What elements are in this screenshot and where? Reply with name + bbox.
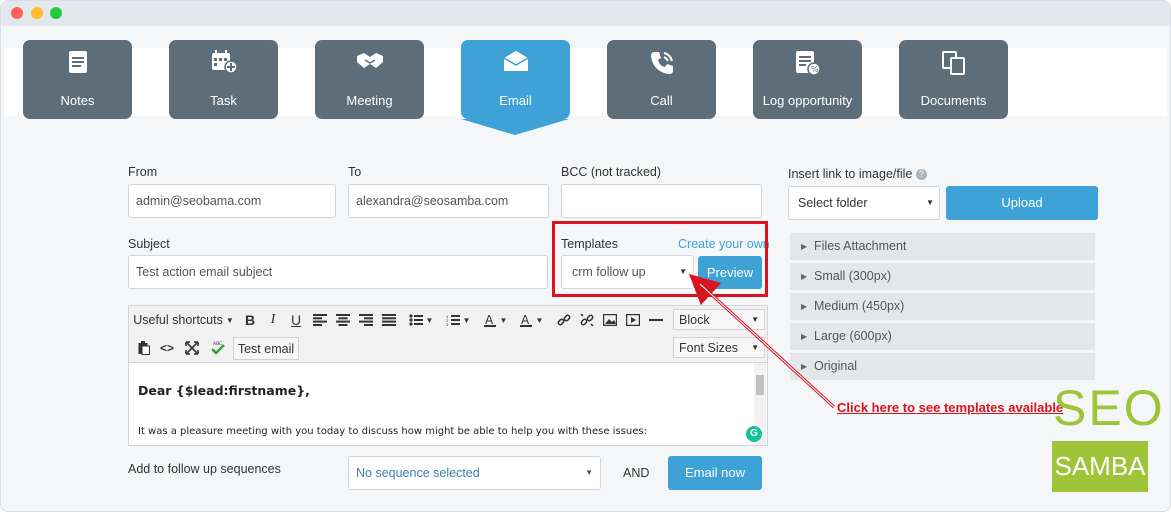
annotation-arrow — [688, 273, 836, 409]
templates-callout: Click here to see templates available — [837, 400, 1064, 415]
samba-logo-box: SAMBA — [1052, 441, 1148, 492]
seo-logo-text: SEO — [1053, 380, 1165, 436]
